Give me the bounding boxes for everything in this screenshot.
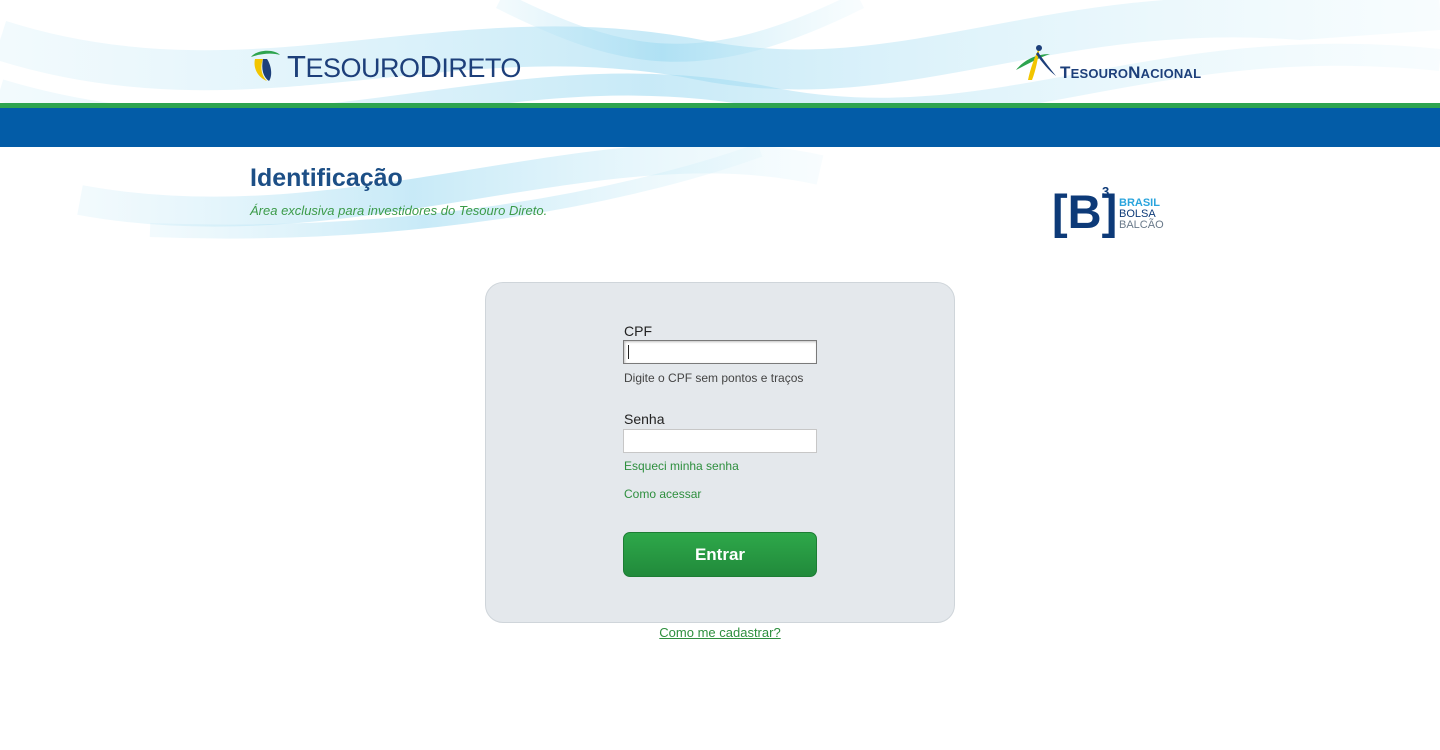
- b3-logo-words: BRASIL BOLSA BALCÃO: [1119, 198, 1164, 231]
- tesouro-nacional-emblem-icon: [1016, 45, 1056, 80]
- tesouro-direto-emblem-icon: [251, 50, 280, 81]
- submit-button[interactable]: Entrar: [623, 532, 817, 577]
- tesouro-nacional-logo-text: TESOURONACIONAL: [1060, 63, 1202, 82]
- cpf-hint: Digite o CPF sem pontos e traços: [624, 371, 804, 385]
- tesouro-direto-logo-text: TESOURODIRETO: [287, 48, 521, 84]
- register-link[interactable]: Como me cadastrar?: [0, 625, 1440, 640]
- blue-banner: [0, 108, 1440, 147]
- page-title: Identificação: [250, 164, 403, 192]
- cpf-input[interactable]: [623, 340, 817, 364]
- page-subtitle: Área exclusiva para investidores do Teso…: [250, 203, 548, 218]
- forgot-password-link[interactable]: Esqueci minha senha: [624, 459, 739, 473]
- login-card: CPF Digite o CPF sem pontos e traços Sen…: [485, 282, 955, 623]
- senha-input[interactable]: [623, 429, 817, 453]
- header: TESOURODIRETO TESOURONACIONAL: [0, 0, 1440, 147]
- tesouro-nacional-logo[interactable]: TESOURONACIONAL: [1014, 42, 1201, 82]
- how-to-access-link[interactable]: Como acessar: [624, 487, 701, 501]
- b3-logo-superscript: 3: [1102, 184, 1110, 199]
- b3-word-balcao: BALCÃO: [1119, 219, 1164, 231]
- b3-logo: [B] 3 BRASIL BOLSA BALCÃO: [1052, 184, 1168, 240]
- login-page: TESOURODIRETO TESOURONACIONAL Identifica…: [0, 0, 1440, 750]
- cpf-label: CPF: [624, 323, 652, 339]
- text-caret: [628, 345, 629, 359]
- tesouro-direto-logo[interactable]: TESOURODIRETO: [249, 48, 521, 84]
- senha-label: Senha: [624, 411, 665, 427]
